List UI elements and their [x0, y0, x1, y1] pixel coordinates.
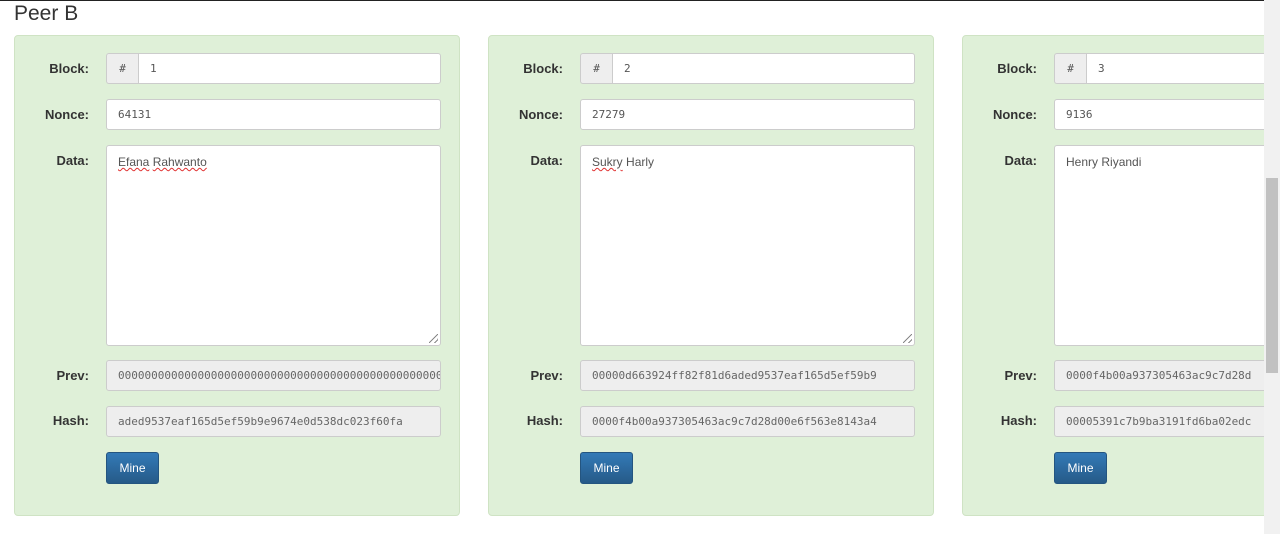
prev-hash-field: 0000000000000000000000000000000000000000…: [106, 360, 441, 391]
prev-hash-field: 00000d663924ff82f81d6aded9537eaf165d5ef5…: [580, 360, 915, 391]
prev-hash-field: 0000f4b00a937305463ac9c7d28d: [1054, 360, 1264, 391]
nonce-input[interactable]: 9136: [1054, 99, 1264, 130]
block-number-group: # 1: [106, 53, 441, 84]
data-word: Sukry: [592, 155, 623, 169]
block-number-input[interactable]: 2: [612, 53, 915, 84]
nonce-label: Nonce:: [44, 107, 89, 122]
hash-field: 00005391c7b9ba3191fd6ba02edc: [1054, 406, 1264, 437]
hash-symbol-addon: #: [106, 53, 138, 84]
nonce-input[interactable]: 64131: [106, 99, 441, 130]
peer-title: Peer B: [14, 2, 79, 25]
block-number-group: # 2: [580, 53, 915, 84]
mine-button[interactable]: Mine: [580, 452, 633, 484]
data-word: Henry: [1066, 155, 1099, 169]
block-card-2: Block: # 2 Nonce: 27279 Data: Sukry Harl…: [488, 35, 934, 516]
scrollbar-thumb[interactable]: [1266, 178, 1278, 373]
prev-label: Prev:: [530, 368, 563, 383]
blockchain-viewport: Peer B Block: # 1 Nonce: 64131 Data: Efa…: [0, 0, 1264, 534]
block-card-1: Block: # 1 Nonce: 64131 Data: Efana Rahw…: [14, 35, 460, 516]
hash-label: Hash:: [52, 413, 89, 428]
block-label: Block:: [523, 61, 563, 76]
block-number-group: # 3: [1054, 53, 1264, 84]
hash-field: 0000f4b00a937305463ac9c7d28d00e6f563e814…: [580, 406, 915, 437]
block-label: Block:: [997, 61, 1037, 76]
mine-button[interactable]: Mine: [106, 452, 159, 484]
data-label: Data:: [1004, 153, 1037, 168]
data-word: Rahwanto: [152, 155, 207, 169]
nonce-label: Nonce:: [992, 107, 1037, 122]
data-textarea[interactable]: Henry Riyandi: [1054, 145, 1264, 346]
resize-grip-icon[interactable]: [903, 334, 912, 343]
block-card-3: Block: # 3 Nonce: 9136 Data: Henry Riyan…: [962, 35, 1264, 516]
data-textarea[interactable]: Efana Rahwanto: [106, 145, 441, 346]
nonce-input[interactable]: 27279: [580, 99, 915, 130]
data-textarea[interactable]: Sukry Harly: [580, 145, 915, 346]
block-number-input[interactable]: 1: [138, 53, 441, 84]
block-label: Block:: [49, 61, 89, 76]
hash-symbol-addon: #: [1054, 53, 1086, 84]
hash-field: aded9537eaf165d5ef59b9e9674e0d538dc023f6…: [106, 406, 441, 437]
hash-label: Hash:: [1000, 413, 1037, 428]
mine-button[interactable]: Mine: [1054, 452, 1107, 484]
divider: [0, 0, 1264, 1]
vertical-scrollbar[interactable]: [1264, 0, 1280, 534]
data-label: Data:: [56, 153, 89, 168]
data-label: Data:: [530, 153, 563, 168]
prev-label: Prev:: [56, 368, 89, 383]
data-word: Riyandi: [1101, 155, 1142, 169]
prev-label: Prev:: [1004, 368, 1037, 383]
resize-grip-icon[interactable]: [429, 334, 438, 343]
data-word: Efana: [118, 155, 150, 169]
hash-label: Hash:: [526, 413, 563, 428]
hash-symbol-addon: #: [580, 53, 612, 84]
block-number-input[interactable]: 3: [1086, 53, 1264, 84]
nonce-label: Nonce:: [518, 107, 563, 122]
data-word: Harly: [626, 155, 655, 169]
